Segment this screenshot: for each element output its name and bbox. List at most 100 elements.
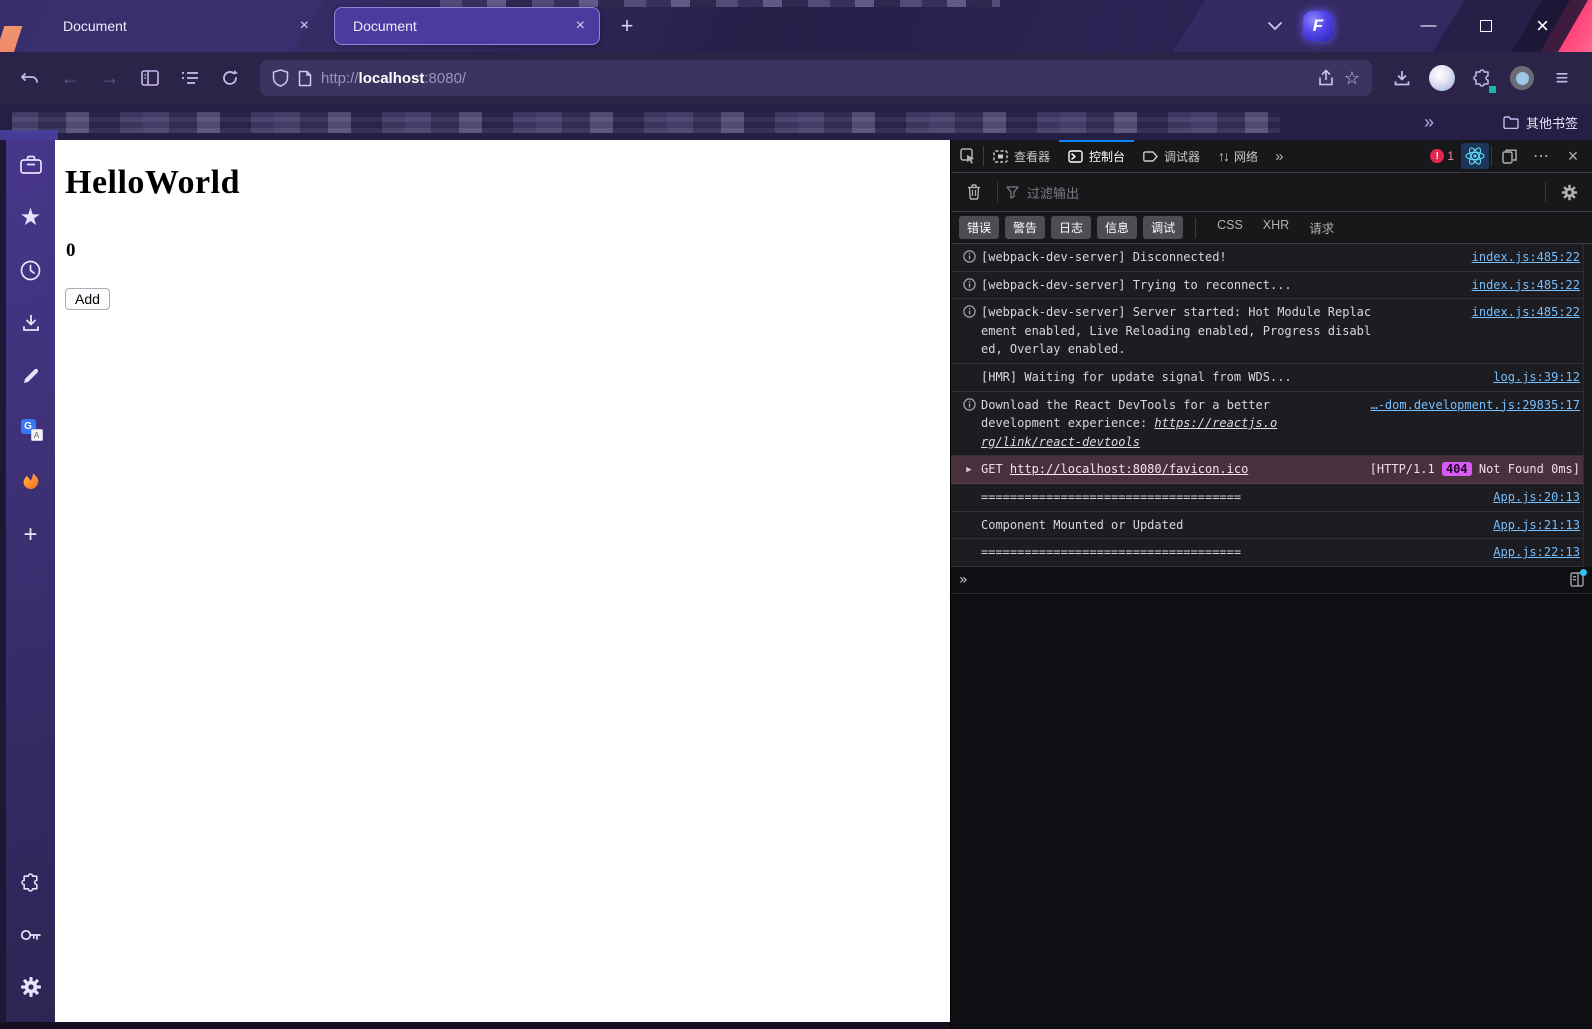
source-location-link[interactable]: App.js:22:13	[1493, 543, 1580, 562]
bookmark-star-icon[interactable]: ☆	[1344, 68, 1360, 89]
floorp-logo-icon[interactable]: F	[1300, 10, 1336, 42]
extensions-puzzle-icon[interactable]	[19, 871, 43, 895]
reload-button[interactable]	[212, 61, 248, 95]
message-icon-spacer	[957, 543, 981, 545]
level-filter-group: 错误 警告 日志 信息 调试	[959, 216, 1184, 239]
tab-title: Document	[63, 18, 127, 34]
devtools-toolbar-right: ! 1 ⋯ ×	[1425, 140, 1590, 172]
console-message-text: [webpack-dev-server] Server started: Hot…	[981, 305, 1372, 357]
toolbox-icon[interactable]	[19, 152, 43, 176]
web-page: HelloWorld 0 Add	[55, 140, 950, 1022]
console-type-filter-button[interactable]: CSS	[1208, 215, 1252, 240]
editor-mode-toggle-icon[interactable]	[1570, 569, 1587, 587]
navigation-toolbar: ← → http://localhost:8080/ ☆ ≡	[0, 52, 1592, 104]
message-icon-spacer	[957, 516, 981, 518]
source-location-link[interactable]: App.js:20:13	[1493, 488, 1580, 507]
devtools-tab-inspector[interactable]: 查看器	[984, 140, 1059, 173]
console-settings-gear-icon[interactable]	[1554, 176, 1584, 208]
history-clock-icon[interactable]	[19, 258, 43, 282]
react-devtools-icon[interactable]	[1461, 143, 1489, 169]
page-info-icon[interactable]	[298, 70, 312, 87]
source-location-link[interactable]: log.js:39:12	[1493, 368, 1580, 387]
notes-pencil-icon[interactable]	[19, 364, 43, 388]
translate-extension-icon[interactable]: GA	[19, 417, 43, 441]
console-message-row: ==================================== App.…	[951, 484, 1592, 512]
bookmarks-overflow-chevron[interactable]: »	[1414, 108, 1444, 136]
console-message-row: [webpack-dev-server] Server started: Hot…	[951, 299, 1592, 364]
console-prompt: »	[959, 571, 968, 588]
bookmarks-star-icon[interactable]: ★	[19, 204, 43, 231]
console-message-text: Component Mounted or Updated	[981, 517, 1184, 532]
console-message-row: [HMR] Waiting for update signal from WDS…	[951, 364, 1592, 392]
devtools-close-icon[interactable]: ×	[1558, 140, 1588, 172]
url-bar[interactable]: http://localhost:8080/ ☆	[260, 60, 1372, 96]
window-minimize-button[interactable]: —	[1400, 0, 1457, 52]
source-location-link[interactable]: index.js:485:22	[1472, 303, 1580, 322]
firefox-flame-extension-icon[interactable]	[19, 470, 43, 494]
devtools-more-tabs-chevron[interactable]: »	[1267, 148, 1291, 165]
devtools-tab-console[interactable]: 控制台	[1059, 139, 1135, 173]
devtools-tab-debugger[interactable]: 调试器	[1134, 140, 1209, 173]
shield-icon[interactable]	[272, 69, 289, 87]
window-maximize-button[interactable]	[1457, 0, 1514, 52]
source-location-link[interactable]: index.js:485:22	[1472, 276, 1580, 295]
account-circle-icon[interactable]	[1504, 61, 1540, 95]
console-input-row[interactable]: »	[951, 566, 1592, 594]
censored-region	[440, 0, 1000, 7]
tab-close-icon[interactable]: ×	[296, 17, 313, 35]
other-bookmarks-button[interactable]: 其他书签	[1503, 108, 1578, 136]
back-button[interactable]: ←	[52, 61, 88, 95]
console-message-row: Component Mounted or Updated App.js:21:13	[951, 512, 1592, 540]
share-icon[interactable]	[1317, 69, 1335, 87]
info-icon	[957, 396, 981, 411]
list-all-tabs-chevron-icon[interactable]	[1256, 8, 1294, 44]
settings-gear-icon[interactable]	[19, 975, 43, 999]
tab-document-1[interactable]: Document ×	[45, 7, 323, 45]
page-title: HelloWorld	[65, 164, 240, 201]
devtools-menu-icon[interactable]: ⋯	[1526, 140, 1556, 172]
reader-list-icon[interactable]	[172, 61, 208, 95]
console-type-filter-button[interactable]: XHR	[1254, 215, 1298, 240]
console-type-filter-button[interactable]: 请求	[1300, 215, 1343, 240]
responsive-mode-icon[interactable]	[1494, 140, 1524, 172]
console-level-filter-button[interactable]: 警告	[1005, 216, 1046, 239]
console-level-filter-button[interactable]: 调试	[1143, 216, 1184, 239]
element-picker-icon[interactable]	[953, 140, 983, 172]
console-level-filter-button[interactable]: 信息	[1097, 216, 1138, 239]
console-filter-input[interactable]: 过滤输出	[1006, 183, 1537, 202]
console-level-filter-button[interactable]: 日志	[1051, 216, 1092, 239]
window-close-button[interactable]: ×	[1514, 0, 1571, 52]
tab-bar: Document × Document × + F — ×	[0, 0, 1592, 52]
request-url-link[interactable]: http://localhost:8080/favicon.ico	[1010, 462, 1248, 476]
downloads-icon[interactable]	[19, 311, 43, 335]
address-text[interactable]: http://localhost:8080/	[321, 70, 1308, 87]
message-icon-spacer	[957, 368, 981, 370]
console-message-text: [webpack-dev-server] Trying to reconnect…	[981, 277, 1292, 292]
source-location-link[interactable]: App.js:21:13	[1493, 516, 1580, 535]
source-location-link[interactable]: …-dom.development.js:29835:17	[1370, 396, 1580, 415]
tab-document-2-active[interactable]: Document ×	[334, 7, 600, 45]
clear-console-trash-icon[interactable]	[959, 176, 989, 208]
status-404-badge: 404	[1441, 462, 1472, 477]
forward-button[interactable]: →	[92, 61, 128, 95]
downloads-icon[interactable]	[1384, 61, 1420, 95]
passwords-key-icon[interactable]	[19, 923, 43, 947]
split-view-icon[interactable]	[132, 61, 168, 95]
profile-avatar[interactable]	[1424, 61, 1460, 95]
hamburger-menu-icon[interactable]: ≡	[1544, 61, 1580, 95]
new-tab-button[interactable]: +	[610, 10, 644, 42]
console-message-row: [webpack-dev-server] Disconnected! index.…	[951, 244, 1592, 272]
react-devtools-link[interactable]: https://reactjs.org/link/react-devtools	[981, 416, 1277, 449]
devtools-tab-network[interactable]: ↑↓ 网络	[1209, 140, 1267, 173]
console-message-text: Download the React DevTools for a better…	[981, 397, 1278, 449]
tab-close-icon[interactable]: ×	[572, 17, 589, 35]
console-level-filter-button[interactable]: 错误	[959, 216, 1000, 239]
undo-back-icon[interactable]	[12, 61, 48, 95]
extensions-puzzle-icon[interactable]	[1464, 61, 1500, 95]
console-error-badge[interactable]: ! 1	[1425, 149, 1459, 163]
source-location-link[interactable]: index.js:485:22	[1472, 248, 1580, 267]
expand-arrow-icon[interactable]: ▶	[957, 460, 981, 478]
add-panel-icon[interactable]: +	[19, 521, 43, 548]
console-message-text: ====================================	[981, 489, 1242, 504]
add-button[interactable]: Add	[65, 288, 110, 310]
